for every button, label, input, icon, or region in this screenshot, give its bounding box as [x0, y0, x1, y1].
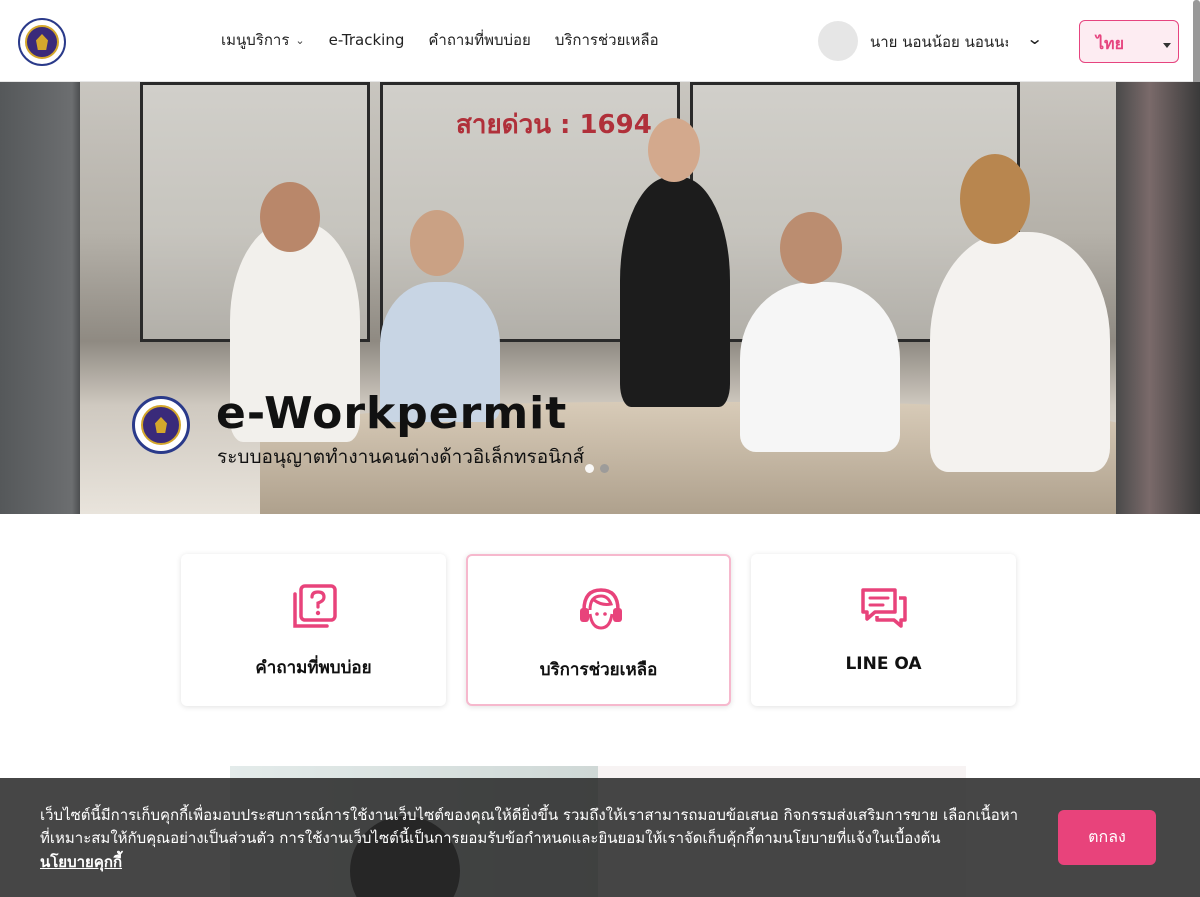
chat-icon: [861, 588, 907, 628]
top-header: เมนูบริการ ⌄ e-Tracking คำถามที่พบบ่อย บ…: [0, 0, 1200, 82]
hero-title: e-Workpermit: [216, 388, 568, 439]
cookie-banner: เว็บไซต์นี้มีการเก็บคุกกี้เพื่อมอบประสบก…: [0, 778, 1200, 897]
hero-person: [930, 232, 1110, 472]
cookie-accept-button[interactable]: ตกลง: [1058, 810, 1156, 865]
nav-e-tracking[interactable]: e-Tracking: [329, 31, 405, 49]
hero-person: [740, 282, 900, 452]
avatar[interactable]: [818, 21, 858, 61]
hero-person-head: [960, 154, 1030, 244]
hero-person-head: [410, 210, 464, 276]
hero-person-head: [260, 182, 320, 252]
cookie-message: เว็บไซต์นี้มีการเก็บคุกกี้เพื่อมอบประสบก…: [40, 806, 1019, 847]
user-name[interactable]: นาย นอนน้อย นอนนะ: [870, 30, 1008, 54]
hero-subtitle: ระบบอนุญาตทำงานคนต่างด้าวอิเล็กทรอนิกส์: [217, 446, 585, 468]
card-help[interactable]: บริการช่วยเหลือ: [466, 554, 731, 706]
cookie-policy-link[interactable]: นโยบายคุกกี้: [40, 850, 122, 874]
question-icon: [293, 584, 337, 628]
language-select-value: ไทย: [1096, 34, 1124, 53]
caret-down-icon: [1163, 43, 1171, 48]
hero-person: [620, 177, 730, 407]
carousel-dots: [585, 464, 609, 473]
chevron-down-icon: ⌄: [295, 33, 305, 47]
nav-help[interactable]: บริการช่วยเหลือ: [555, 28, 659, 52]
nav-service-menu-label: เมนูบริการ: [221, 31, 290, 49]
card-help-label: บริการช่วยเหลือ: [539, 660, 658, 680]
carousel-dot-1[interactable]: [585, 464, 594, 473]
nav-service-menu[interactable]: เมนูบริการ ⌄: [221, 28, 305, 52]
carousel-dot-2[interactable]: [600, 464, 609, 473]
main-nav: เมนูบริการ ⌄ e-Tracking คำถามที่พบบ่อย บ…: [221, 28, 659, 52]
department-logo-icon[interactable]: [18, 18, 66, 66]
user-menu-chevron-icon[interactable]: ⌄: [1026, 29, 1043, 48]
card-line-oa[interactable]: LINE OA: [751, 554, 1016, 706]
nav-faq[interactable]: คำถามที่พบบ่อย: [428, 28, 530, 52]
headset-icon: [580, 588, 622, 630]
card-faq[interactable]: คำถามที่พบบ่อย: [181, 554, 446, 706]
language-select[interactable]: ไทย: [1079, 20, 1179, 63]
hero-department-logo-icon: [132, 396, 190, 454]
hero-backdrop-right: [1116, 82, 1200, 514]
hero-person-head: [780, 212, 842, 284]
card-line-oa-label: LINE OA: [845, 654, 922, 674]
card-faq-label: คำถามที่พบบ่อย: [255, 658, 372, 678]
hero-banner[interactable]: e-Workpermit ระบบอนุญาตทำงานคนต่างด้าวอิ…: [80, 82, 1116, 514]
hotline-number: สายด่วน : 1694: [456, 110, 652, 140]
hero-person-head: [648, 118, 700, 182]
